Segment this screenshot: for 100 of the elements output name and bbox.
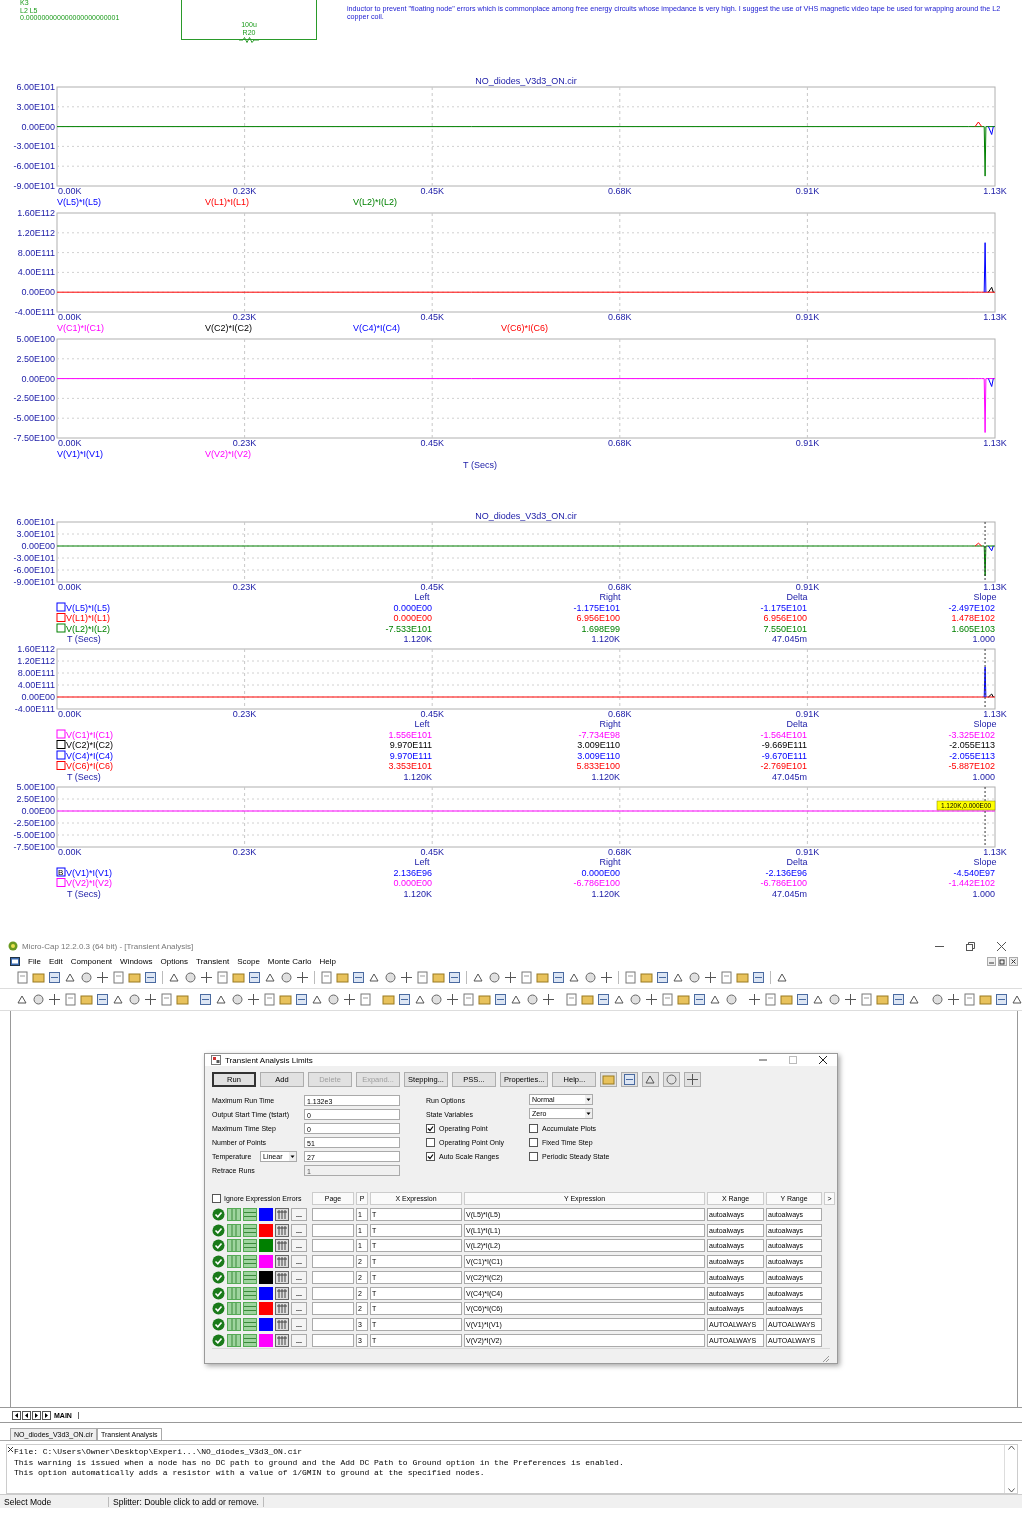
- legend-label[interactable]: V(C2)*I(C2): [66, 740, 113, 750]
- skip-arrow-icon[interactable]: [12, 1410, 21, 1420]
- scrollbar[interactable]: [1004, 1445, 1017, 1494]
- grid-icon[interactable]: [227, 1334, 241, 1348]
- toolbar-icon[interactable]: [776, 971, 789, 985]
- check-circle-icon[interactable]: [212, 1318, 225, 1332]
- toolbar-icon[interactable]: [568, 971, 581, 985]
- checkbox[interactable]: [529, 1137, 538, 1147]
- legend-checkbox[interactable]: [56, 613, 66, 622]
- color-swatch[interactable]: [259, 1302, 273, 1316]
- checkbox[interactable]: [529, 1123, 538, 1133]
- menu-item[interactable]: Edit: [48, 956, 63, 966]
- legend-checkbox[interactable]: [56, 877, 66, 887]
- check-circle-icon[interactable]: [212, 1255, 225, 1269]
- toolbar-icon[interactable]: [892, 992, 905, 1006]
- toolbar-icon[interactable]: [128, 992, 141, 1006]
- toolbar-icon[interactable]: [368, 971, 381, 985]
- legend-label[interactable]: V(L5)*I(L5): [66, 602, 110, 613]
- checkbox[interactable]: [212, 1193, 221, 1203]
- legend-checkbox[interactable]: [56, 602, 66, 612]
- legend-checkbox[interactable]: [56, 750, 66, 760]
- color-swatch[interactable]: [259, 1318, 273, 1332]
- toolbar-icon[interactable]: [725, 992, 738, 1006]
- toolbar-icon[interactable]: [248, 971, 261, 985]
- grid-icon[interactable]: [243, 1270, 257, 1284]
- toolbar-icon[interactable]: [96, 971, 109, 985]
- toolbar-icon[interactable]: [296, 971, 309, 985]
- menu-item[interactable]: Scope: [237, 956, 260, 966]
- table-icon[interactable]: [275, 1302, 289, 1316]
- restore-icon[interactable]: [966, 941, 975, 951]
- cursor-line[interactable]: [984, 648, 986, 710]
- toolbar-icon[interactable]: [931, 992, 944, 1006]
- scroll-down-icon[interactable]: [1007, 1488, 1015, 1494]
- grid-icon[interactable]: [243, 1318, 257, 1332]
- grid-icon[interactable]: [227, 1239, 241, 1253]
- menu-item[interactable]: Options: [160, 956, 189, 966]
- page-field[interactable]: [312, 1286, 354, 1300]
- legend-checkbox[interactable]: [56, 761, 66, 770]
- table-icon[interactable]: [275, 1334, 289, 1348]
- legend-label[interactable]: V(L1)*I(L1): [205, 197, 249, 207]
- checkbox[interactable]: [529, 1151, 538, 1161]
- color-swatch[interactable]: [259, 1239, 273, 1253]
- grid-icon[interactable]: [243, 1286, 257, 1300]
- toolbar-icon[interactable]: [552, 971, 565, 985]
- grid-icon[interactable]: [243, 1239, 257, 1253]
- toolbar-icon[interactable]: [526, 992, 539, 1006]
- table-icon[interactable]: [275, 1223, 289, 1237]
- toolbar-icon[interactable]: [48, 992, 61, 1006]
- checkbox[interactable]: [426, 1137, 435, 1147]
- toolbar-icon[interactable]: [672, 971, 685, 985]
- toolbar-icon[interactable]: [995, 992, 1008, 1006]
- toolbar-icon[interactable]: [752, 971, 765, 985]
- toolbar-icon[interactable]: [352, 971, 365, 985]
- close-icon[interactable]: [819, 1056, 827, 1064]
- table-icon[interactable]: [275, 1239, 289, 1253]
- grid-icon[interactable]: [227, 1318, 241, 1332]
- dropdown-caret-icon[interactable]: [585, 1109, 592, 1119]
- minimize-icon[interactable]: [987, 956, 996, 966]
- toolbar-icon[interactable]: [748, 992, 761, 1006]
- toolbar-icon[interactable]: [472, 971, 485, 985]
- check-circle-icon[interactable]: [212, 1334, 225, 1348]
- menu-item[interactable]: Windows: [120, 956, 153, 966]
- toolbar-icon[interactable]: [844, 992, 857, 1006]
- page-field[interactable]: [312, 1302, 354, 1316]
- toolbar-icon[interactable]: [645, 992, 658, 1006]
- menu-item[interactable]: File: [28, 956, 41, 966]
- grid-icon[interactable]: [243, 1255, 257, 1269]
- checkbox[interactable]: [426, 1123, 435, 1133]
- grid-icon[interactable]: [227, 1223, 241, 1237]
- grid-icon[interactable]: [243, 1302, 257, 1316]
- color-swatch[interactable]: [259, 1255, 273, 1269]
- toolbar-icon[interactable]: [947, 992, 960, 1006]
- toolbar-icon[interactable]: [144, 971, 157, 985]
- toolbar-icon[interactable]: [80, 971, 93, 985]
- toolbar-icon[interactable]: [231, 992, 244, 1006]
- toolbar-icon[interactable]: [247, 992, 260, 1006]
- color-swatch[interactable]: [259, 1270, 273, 1284]
- toolbar-icon[interactable]: [184, 971, 197, 985]
- color-swatch[interactable]: [259, 1286, 273, 1300]
- grid-icon[interactable]: [227, 1207, 241, 1221]
- toolbar-icon[interactable]: [688, 971, 701, 985]
- check-circle-icon[interactable]: [212, 1207, 225, 1221]
- arrow-icon[interactable]: [32, 1410, 41, 1420]
- toolbar-icon[interactable]: [199, 992, 212, 1006]
- grid-icon[interactable]: [227, 1255, 241, 1269]
- legend-label[interactable]: V(C6)*I(C6): [66, 761, 113, 771]
- toolbar-icon[interactable]: [343, 992, 356, 1006]
- toolbar-icon[interactable]: [327, 992, 340, 1006]
- table-icon[interactable]: [275, 1318, 289, 1332]
- legend-label[interactable]: V(V1)*I(V1): [66, 867, 112, 877]
- legend-checkbox[interactable]: [56, 729, 66, 739]
- toolbar-icon[interactable]: [446, 992, 459, 1006]
- toolbar-icon[interactable]: [384, 971, 397, 985]
- legend-label[interactable]: V(C2)*I(C2): [205, 323, 252, 333]
- close-icon[interactable]: [997, 941, 1006, 951]
- check-circle-icon[interactable]: [212, 1302, 225, 1316]
- table-icon[interactable]: [275, 1286, 289, 1300]
- document-icon[interactable]: [10, 956, 20, 966]
- table-icon[interactable]: [275, 1270, 289, 1284]
- grid-icon[interactable]: [227, 1286, 241, 1300]
